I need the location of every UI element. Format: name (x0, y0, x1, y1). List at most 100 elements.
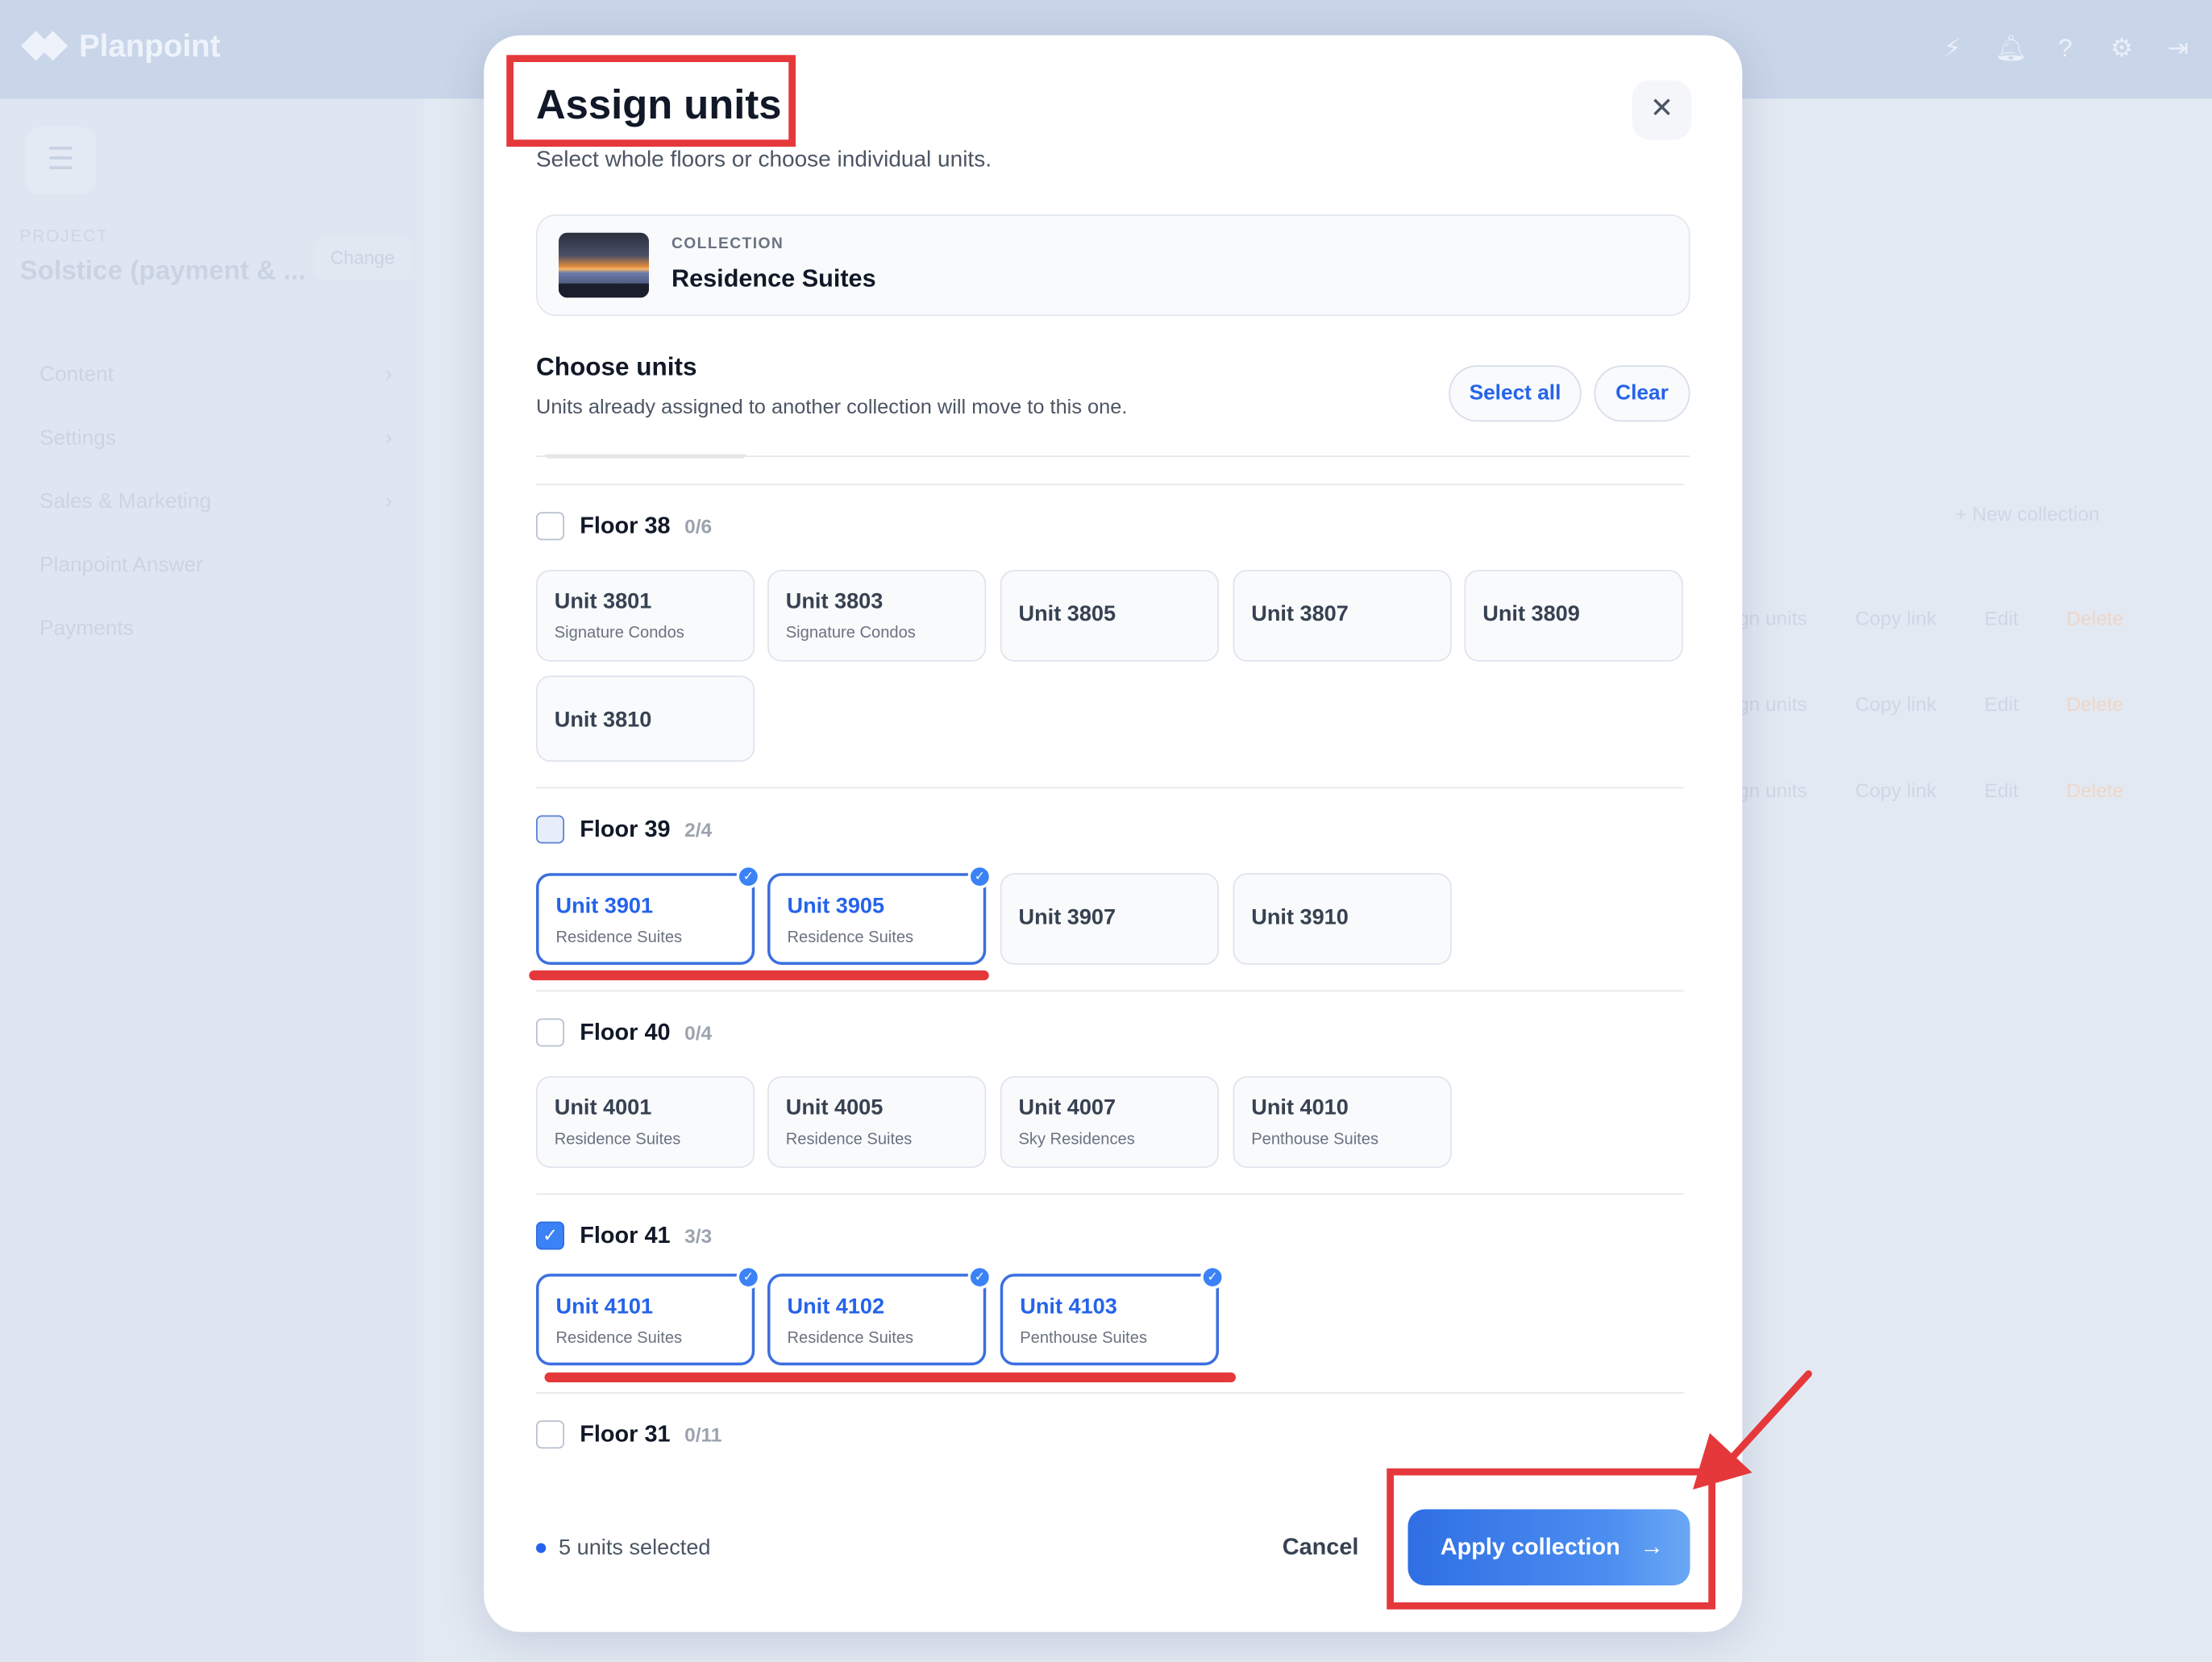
close-icon[interactable]: ✕ (1632, 80, 1692, 140)
unit-card[interactable]: Unit 3810 (536, 675, 755, 762)
floor-header: ✓ Floor 41 3/3 (536, 1221, 713, 1250)
edit-link[interactable]: Edit (1985, 607, 2019, 629)
delete-link[interactable]: Delete (2066, 692, 2123, 715)
unit-name: Unit 3805 (1018, 602, 1116, 626)
floor-divider (536, 1193, 1685, 1195)
sidebar-item-content[interactable]: Content › (0, 347, 423, 411)
floor-divider (536, 484, 1685, 485)
unit-name: Unit 3907 (1018, 905, 1116, 930)
unit-card[interactable]: Unit 3905 Residence Suites ✓ (767, 864, 992, 965)
project-name: Solstice (payment & ... (19, 256, 306, 287)
chevron-right-icon: › (385, 426, 393, 451)
unit-collection: Penthouse Suites (1020, 1330, 1148, 1348)
unit-card[interactable]: Unit 3901 Residence Suites ✓ (536, 864, 761, 965)
floor-checkbox[interactable] (536, 1018, 564, 1047)
unit-name: Unit 3905 (787, 894, 885, 919)
unit-card[interactable]: Unit 4001 Residence Suites (536, 1076, 755, 1168)
background-app: Planpoint ⚡ 🔔︎ ? ⚙ ⇥ ☰ PROJECT Solstice … (0, 0, 2212, 1662)
assign-units-link[interactable]: gn units (1738, 692, 1807, 715)
selected-summary: 5 units selected (559, 1535, 711, 1560)
unit-card[interactable]: Unit 3910 (1233, 873, 1452, 965)
chevron-right-icon: › (385, 362, 393, 387)
floor-checkbox[interactable] (536, 815, 564, 844)
annotation-underline-floor41 (544, 1372, 1236, 1382)
unit-card[interactable]: Unit 4103 Penthouse Suites ✓ (1000, 1265, 1224, 1365)
floor-divider (536, 787, 1685, 789)
annotation-underline-floor39 (529, 970, 989, 981)
check-icon: ✓ (967, 1265, 992, 1290)
menu-icon[interactable]: ☰ (25, 127, 96, 195)
unit-name: Unit 4001 (554, 1095, 652, 1120)
unit-name: Unit 4102 (787, 1294, 885, 1319)
sidebar-item-payments[interactable]: Payments (0, 601, 423, 665)
floor-checkbox[interactable] (536, 512, 564, 541)
unit-card[interactable]: Unit 3803 Signature Condos (767, 570, 987, 662)
delete-link[interactable]: Delete (2066, 779, 2123, 801)
project-label: PROJECT (19, 226, 109, 246)
unit-collection: Residence Suites (555, 929, 683, 947)
unit-card[interactable]: Unit 4102 Residence Suites ✓ (767, 1265, 992, 1365)
unit-card[interactable]: Unit 4101 Residence Suites ✓ (536, 1265, 761, 1365)
sidebar: ☰ PROJECT Solstice (payment & ... Change… (0, 98, 423, 1662)
sidebar-item-sales-marketing[interactable]: Sales & Marketing › (0, 474, 423, 538)
new-collection-button[interactable]: + New collection (1956, 502, 2100, 525)
copy-link[interactable]: Copy link (1855, 779, 1936, 801)
floor-header: Floor 40 0/4 (536, 1018, 713, 1047)
select-all-button[interactable]: Select all (1449, 365, 1582, 422)
unit-collection: Residence Suites (787, 929, 914, 947)
collection-thumbnail (559, 232, 649, 298)
unit-name: Unit 3801 (554, 589, 652, 614)
unit-name: Unit 3807 (1251, 602, 1349, 626)
annotation-box-apply (1387, 1468, 1715, 1610)
unit-card[interactable]: Unit 3801 Signature Condos (536, 570, 755, 662)
unit-card[interactable]: Unit 3805 (1000, 570, 1219, 662)
unit-collection: Sky Residences (1018, 1131, 1135, 1149)
floor-name: Floor 38 (580, 513, 671, 538)
unit-collection: Residence Suites (555, 1330, 683, 1348)
gear-icon[interactable]: ⚙ (2108, 31, 2136, 65)
floor-header: Floor 39 2/4 (536, 815, 713, 844)
unit-card[interactable]: Unit 3807 (1233, 570, 1452, 662)
unit-card[interactable]: Unit 4007 Sky Residences (1000, 1076, 1219, 1168)
unit-card[interactable]: Unit 4010 Penthouse Suites (1233, 1076, 1452, 1168)
unit-card[interactable]: Unit 3809 (1464, 570, 1683, 662)
help-icon[interactable]: ? (2052, 31, 2080, 65)
collection-card: COLLECTION Residence Suites (536, 214, 1690, 316)
cancel-button[interactable]: Cancel (1283, 1535, 1359, 1561)
assign-units-link[interactable]: gn units (1738, 607, 1807, 629)
floor-header: Floor 38 0/6 (536, 512, 712, 541)
copy-link[interactable]: Copy link (1855, 692, 1936, 715)
copy-link[interactable]: Copy link (1855, 607, 1936, 629)
annotation-box-title (506, 55, 796, 147)
floor-count: 2/4 (684, 818, 713, 841)
delete-link[interactable]: Delete (2066, 607, 2123, 629)
collection-name: Residence Suites (672, 264, 876, 293)
collection-row-actions: gn units Copy link Edit Delete (1738, 692, 2123, 715)
sidebar-item-planpoint-answer[interactable]: Planpoint Answer (0, 538, 423, 601)
change-project-button[interactable]: Change (313, 237, 412, 280)
annotation-arrow (1693, 1370, 1812, 1490)
floor-count: 3/3 (684, 1224, 713, 1247)
clear-button[interactable]: Clear (1594, 365, 1690, 422)
bolt-icon[interactable]: ⚡ (1939, 31, 1967, 65)
floor-checkbox[interactable] (536, 1420, 564, 1449)
unit-collection: Signature Condos (785, 625, 916, 642)
floor-checkbox[interactable]: ✓ (536, 1221, 564, 1250)
scrollbar-stub (544, 454, 746, 459)
unit-collection: Residence Suites (785, 1131, 913, 1149)
check-icon: ✓ (1200, 1265, 1224, 1290)
floor-count: 0/4 (684, 1021, 713, 1044)
unit-collection: Residence Suites (787, 1330, 914, 1348)
sidebar-item-settings[interactable]: Settings › (0, 410, 423, 474)
brand-name: Planpoint (79, 28, 221, 64)
unit-name: Unit 4010 (1251, 1095, 1349, 1120)
unit-card[interactable]: Unit 3907 (1000, 873, 1219, 965)
bell-icon[interactable]: 🔔︎ (1995, 31, 2027, 65)
logout-icon[interactable]: ⇥ (2164, 31, 2193, 65)
floor-header: Floor 31 0/11 (536, 1420, 721, 1449)
edit-link[interactable]: Edit (1985, 779, 2019, 801)
unit-card[interactable]: Unit 4005 Residence Suites (767, 1076, 987, 1168)
edit-link[interactable]: Edit (1985, 692, 2019, 715)
sidebar-nav: Content › Settings › Sales & Marketing › Pl… (0, 347, 423, 665)
assign-units-link[interactable]: gn units (1738, 779, 1807, 801)
